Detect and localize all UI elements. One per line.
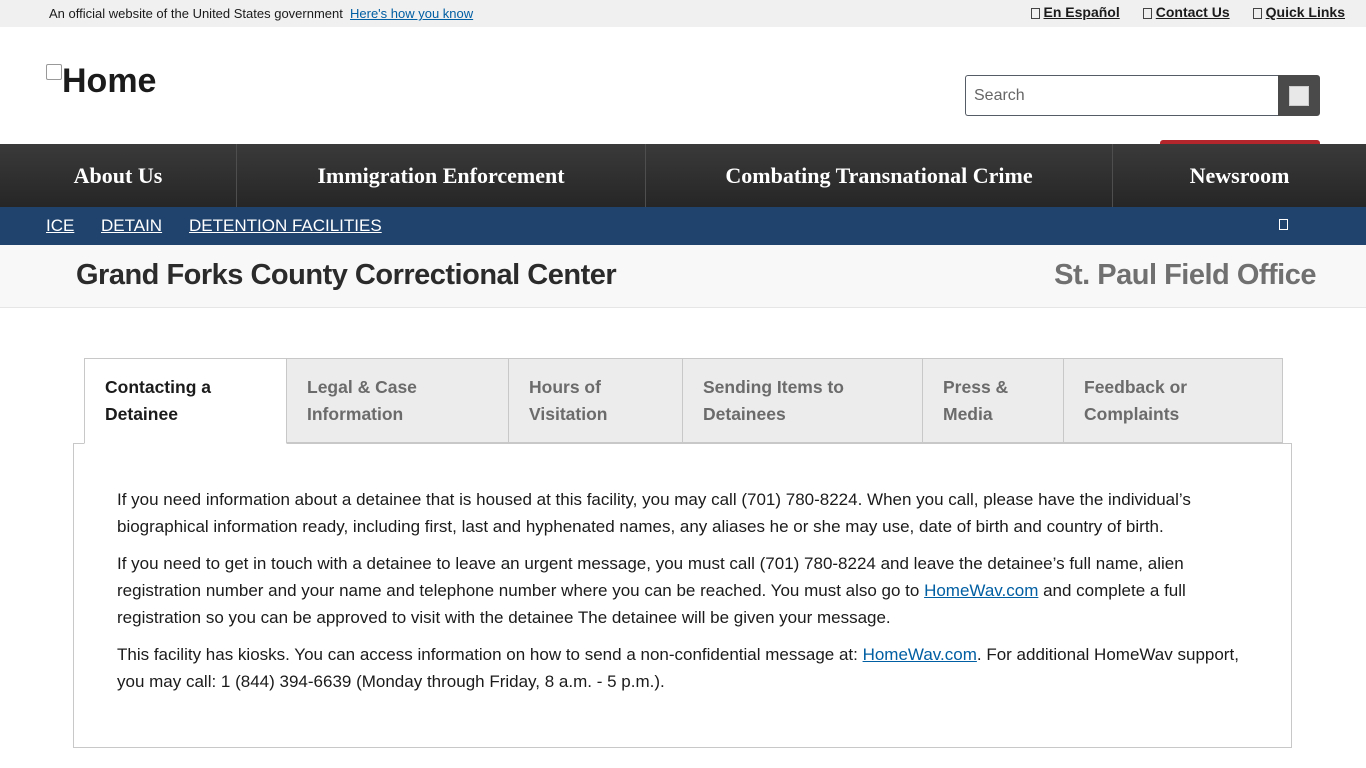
tab-label-line1: Hours of [529, 377, 601, 397]
tab-label-line2: Detainee [105, 404, 178, 424]
gov-banner: An official website of the United States… [0, 0, 1366, 27]
search-form [965, 75, 1320, 116]
contact-us-label: Contact Us [1155, 4, 1230, 20]
search-icon [1289, 85, 1309, 106]
breadcrumb-ice[interactable]: ICE [46, 216, 74, 236]
tab-label-line1: Sending Items to [703, 377, 844, 397]
tab-panel: If you need information about a detainee… [73, 443, 1292, 748]
broken-image-icon [46, 64, 62, 80]
search-input[interactable] [965, 75, 1278, 116]
breadcrumb-toggle[interactable] [1279, 219, 1288, 230]
tab-press-media[interactable]: Press & Media [923, 358, 1064, 443]
quick-links-link[interactable]: Quick Links [1252, 4, 1345, 20]
nav-combating-transnational-crime[interactable]: Combating Transnational Crime [646, 144, 1113, 207]
gov-banner-text: An official website of the United States… [49, 6, 343, 21]
main-nav: About Us Immigration Enforcement Combati… [0, 144, 1366, 207]
home-logo-link[interactable]: Home [46, 62, 156, 102]
nav-newsroom[interactable]: Newsroom [1113, 144, 1366, 207]
facility-tabs: Contacting a Detainee Legal & Case Infor… [84, 358, 1283, 444]
tab-label-line2: Complaints [1084, 404, 1180, 424]
homewav-link[interactable]: HomeWav.com [924, 581, 1038, 600]
nav-about-us[interactable]: About Us [0, 144, 237, 207]
homewav-link-2[interactable]: HomeWav.com [863, 645, 977, 664]
tab-label-line1: Legal & Case [307, 377, 417, 397]
breadcrumb-detain[interactable]: DETAIN [101, 216, 162, 236]
logo-alt-text: Home [62, 62, 157, 100]
tab-label-line2: Media [943, 404, 993, 424]
breadcrumb-detention-facilities[interactable]: DETENTION FACILITIES [189, 216, 382, 236]
expand-icon [1279, 219, 1288, 230]
paragraph-kiosks: This facility has kiosks. You can access… [117, 641, 1247, 695]
p3-text-before: This facility has kiosks. You can access… [117, 645, 863, 664]
tab-hours-of-visitation[interactable]: Hours of Visitation [509, 358, 683, 443]
nav-immigration-enforcement[interactable]: Immigration Enforcement [237, 144, 646, 207]
search-button[interactable] [1278, 75, 1320, 116]
paragraph-info: If you need information about a detainee… [117, 490, 1191, 536]
facility-header: Grand Forks County Correctional Center S… [0, 245, 1366, 308]
utility-links: En Español Contact Us Quick Links [1030, 4, 1345, 20]
tab-label-line2: Information [307, 404, 404, 424]
tab-label-line1: Feedback or [1084, 377, 1188, 397]
tab-panel-content: If you need information about a detainee… [117, 486, 1247, 705]
tab-feedback-or-complaints[interactable]: Feedback or Complaints [1064, 358, 1283, 443]
heres-how-you-know-link[interactable]: Here's how you know [350, 6, 473, 21]
tab-label-line2: Detainees [703, 404, 786, 424]
link-icon [1252, 7, 1262, 19]
quick-links-label: Quick Links [1265, 4, 1345, 20]
envelope-icon [1142, 7, 1152, 19]
tab-label-line1: Press & [943, 377, 1009, 397]
field-office-link[interactable]: St. Paul Field Office [1054, 259, 1316, 292]
tab-label-line2: Visitation [529, 404, 608, 424]
breadcrumb: ICE DETAIN DETENTION FACILITIES [0, 207, 1366, 245]
tab-contacting-a-detainee[interactable]: Contacting a Detainee [84, 358, 287, 444]
globe-icon [1030, 7, 1040, 19]
tab-label-line1: Contacting a [105, 377, 211, 397]
tab-legal-case-information[interactable]: Legal & Case Information [287, 358, 509, 443]
paragraph-urgent-message: If you need to get in touch with a detai… [117, 550, 1247, 631]
facility-name: Grand Forks County Correctional Center [76, 259, 617, 291]
en-espanol-label: En Español [1043, 4, 1120, 20]
tab-sending-items-to-detainees[interactable]: Sending Items to Detainees [683, 358, 923, 443]
contact-us-link[interactable]: Contact Us [1142, 4, 1230, 20]
en-espanol-link[interactable]: En Español [1030, 4, 1120, 20]
